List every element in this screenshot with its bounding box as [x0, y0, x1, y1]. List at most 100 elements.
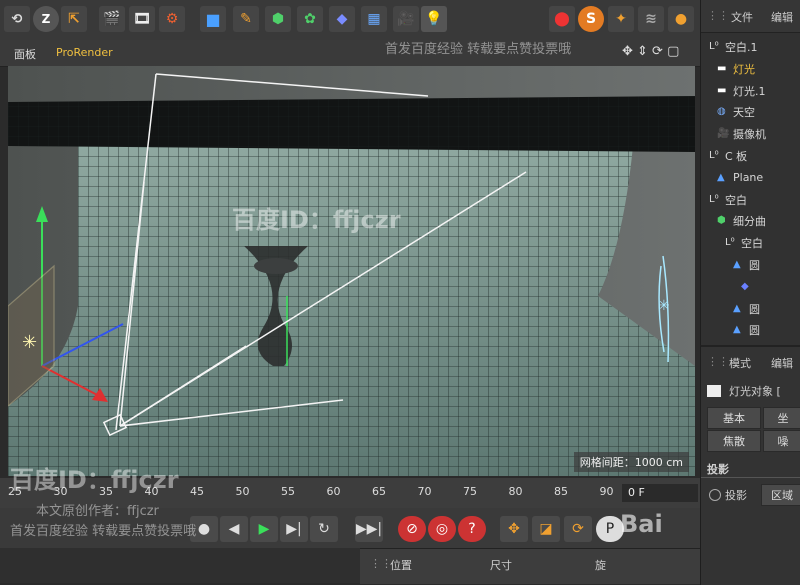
undo-icon[interactable]: ⟲	[4, 6, 30, 32]
render-view-icon[interactable]: 🎞	[129, 6, 155, 32]
step-forward-icon[interactable]: ▶|	[280, 516, 308, 542]
coord-position-label: 位置	[390, 559, 412, 572]
watermark-author: 本文原创作者：ffjczr	[36, 504, 159, 519]
render-settings-icon[interactable]: ⚙	[159, 6, 185, 32]
object-row[interactable]: L⁰ 空白	[701, 189, 800, 211]
sky-icon[interactable]: ●	[668, 6, 694, 32]
loop-icon[interactable]: ↻	[310, 516, 338, 542]
viewport-nav-icons[interactable]: ✥ ⇕ ⟳ ▢	[622, 44, 679, 59]
python-icon[interactable]: S	[578, 6, 604, 32]
object-row[interactable]: ▲ 圆	[701, 298, 800, 320]
baidu-logo: Bai	[620, 510, 663, 538]
redo-icon[interactable]: Z	[33, 6, 59, 32]
section-shadow: 投影	[707, 463, 729, 476]
null-icon: L⁰	[709, 150, 719, 161]
menu-panel[interactable]: 面板	[14, 46, 36, 62]
timeline-tick: 75	[463, 485, 477, 498]
watermark-notice-top: 首发百度经验 转载要点赞投票哦	[385, 42, 572, 57]
light-icon: ▬	[717, 84, 727, 96]
shadow-radio[interactable]	[709, 489, 721, 501]
scale-key-icon[interactable]: ◪	[532, 516, 560, 542]
cloner-icon[interactable]: ✿	[297, 6, 323, 32]
3d-viewport[interactable]: ✳ ✳ 网格间距：1000 cm	[8, 66, 695, 476]
object-row[interactable]: 🎥 摄像机	[701, 123, 800, 145]
object-label: 空白	[725, 193, 747, 207]
tab-basic[interactable]: 基本	[707, 407, 761, 429]
auto-key-icon[interactable]: ◎	[428, 516, 456, 542]
step-back-icon[interactable]: ◀	[220, 516, 248, 542]
menu-mode[interactable]: 模式	[729, 355, 751, 371]
object-label: 圆	[749, 302, 760, 316]
shadow-type-dropdown[interactable]: 区域	[761, 484, 800, 506]
light-object-icon	[707, 385, 721, 397]
light-icon[interactable]: 💡	[421, 6, 447, 32]
plane-icon: ▲	[717, 171, 725, 183]
cone-icon: ▲	[733, 259, 741, 270]
timeline-tick: 85	[554, 485, 568, 498]
menu-attr-edit[interactable]: 编辑	[771, 355, 793, 371]
subdivision-icon: ⬢	[717, 215, 726, 227]
watermark-notice: 首发百度经验 转载要点赞投票哦	[10, 524, 197, 539]
object-row[interactable]: ▲ 圆	[701, 319, 800, 341]
object-manager: ⋮⋮ 文件 编辑 L⁰ 空白.1 ▬ 灯光 ▬ 灯光.1 ◍ 天空 🎥 摄像机 L⁰ C 板 ▲ Plan…	[700, 0, 800, 345]
object-row[interactable]: ◆	[701, 276, 800, 298]
move-key-icon[interactable]: ✥	[500, 516, 528, 542]
timeline-tick: 70	[417, 485, 432, 498]
sketch-icon[interactable]: ≋	[638, 6, 664, 32]
cube-icon[interactable]: ■	[200, 6, 226, 32]
timeline-tick: 90	[599, 485, 614, 498]
object-row[interactable]: ▬ 灯光	[701, 58, 800, 80]
svg-text:✳: ✳	[658, 298, 670, 314]
object-manager-menu: ⋮⋮ 文件 编辑	[701, 0, 800, 33]
tab-focus[interactable]: 焦散	[707, 430, 761, 452]
floor-icon[interactable]: ▦	[361, 6, 387, 32]
play-icon[interactable]: ▶	[250, 516, 278, 542]
tag-icon[interactable]: ⬤	[549, 6, 575, 32]
object-label: 摄像机	[733, 128, 766, 142]
cone-icon: ▲	[733, 302, 741, 314]
key-help-icon[interactable]: ?	[458, 516, 486, 542]
object-row[interactable]: L⁰ 空白	[701, 232, 800, 254]
object-row[interactable]: ⬢ 细分曲	[701, 210, 800, 232]
shadow-label: 投影	[725, 489, 747, 502]
object-label: 天空	[733, 106, 755, 120]
viewport-scene: ✳ ✳	[8, 66, 695, 476]
object-row[interactable]: L⁰ 空白.1	[701, 36, 800, 58]
subdivision-icon[interactable]: ⬢	[265, 6, 291, 32]
menu-prorender[interactable]: ProRender	[56, 46, 113, 59]
viewport-header: 面板 ProRender ✥ ⇕ ⟳ ▢	[0, 40, 700, 67]
object-row[interactable]: ▲ 圆	[701, 254, 800, 276]
object-row[interactable]: ◍ 天空	[701, 101, 800, 123]
rotate-key-icon[interactable]: ⟳	[564, 516, 592, 542]
object-label: 灯光	[733, 62, 755, 76]
deformer-icon[interactable]: ◆	[329, 6, 355, 32]
sky-icon: ◍	[717, 106, 726, 118]
timeline-tick: 60	[326, 485, 341, 498]
object-row[interactable]: ▲ Plane	[701, 167, 800, 189]
object-label: 空白	[741, 237, 763, 251]
go-to-end-icon[interactable]: ▶▶|	[355, 516, 383, 542]
timeline-tick: 55	[281, 485, 295, 498]
keyframe-record-icon[interactable]: ⊘	[398, 516, 426, 542]
tab-noise[interactable]: 噪	[763, 430, 800, 452]
frame-field[interactable]: 0 F	[622, 484, 698, 502]
menu-edit[interactable]: 编辑	[771, 9, 793, 25]
timeline-tick: 80	[508, 485, 523, 498]
attr-object-title: 灯光对象 [	[729, 385, 781, 398]
coord-size-label: 尺寸	[490, 559, 512, 572]
object-row[interactable]: ▬ 灯光.1	[701, 80, 800, 102]
timeline-tick: 45	[190, 485, 204, 498]
timeline-tick: 50	[235, 485, 250, 498]
menu-file[interactable]: 文件	[731, 9, 753, 25]
timeline-tick: 65	[372, 485, 386, 498]
render-icon[interactable]: 🎬	[99, 6, 125, 32]
tab-coord[interactable]: 坐	[763, 407, 800, 429]
effector-icon[interactable]: ✦	[608, 6, 634, 32]
move-icon[interactable]: ⇱	[61, 6, 87, 32]
object-label: 圆	[749, 324, 760, 338]
camera-icon[interactable]: 🎥	[393, 6, 419, 32]
light-icon: ▬	[717, 62, 727, 74]
object-row[interactable]: L⁰ C 板	[701, 145, 800, 167]
pen-icon[interactable]: ✎	[233, 6, 259, 32]
object-label: 圆	[749, 259, 760, 272]
